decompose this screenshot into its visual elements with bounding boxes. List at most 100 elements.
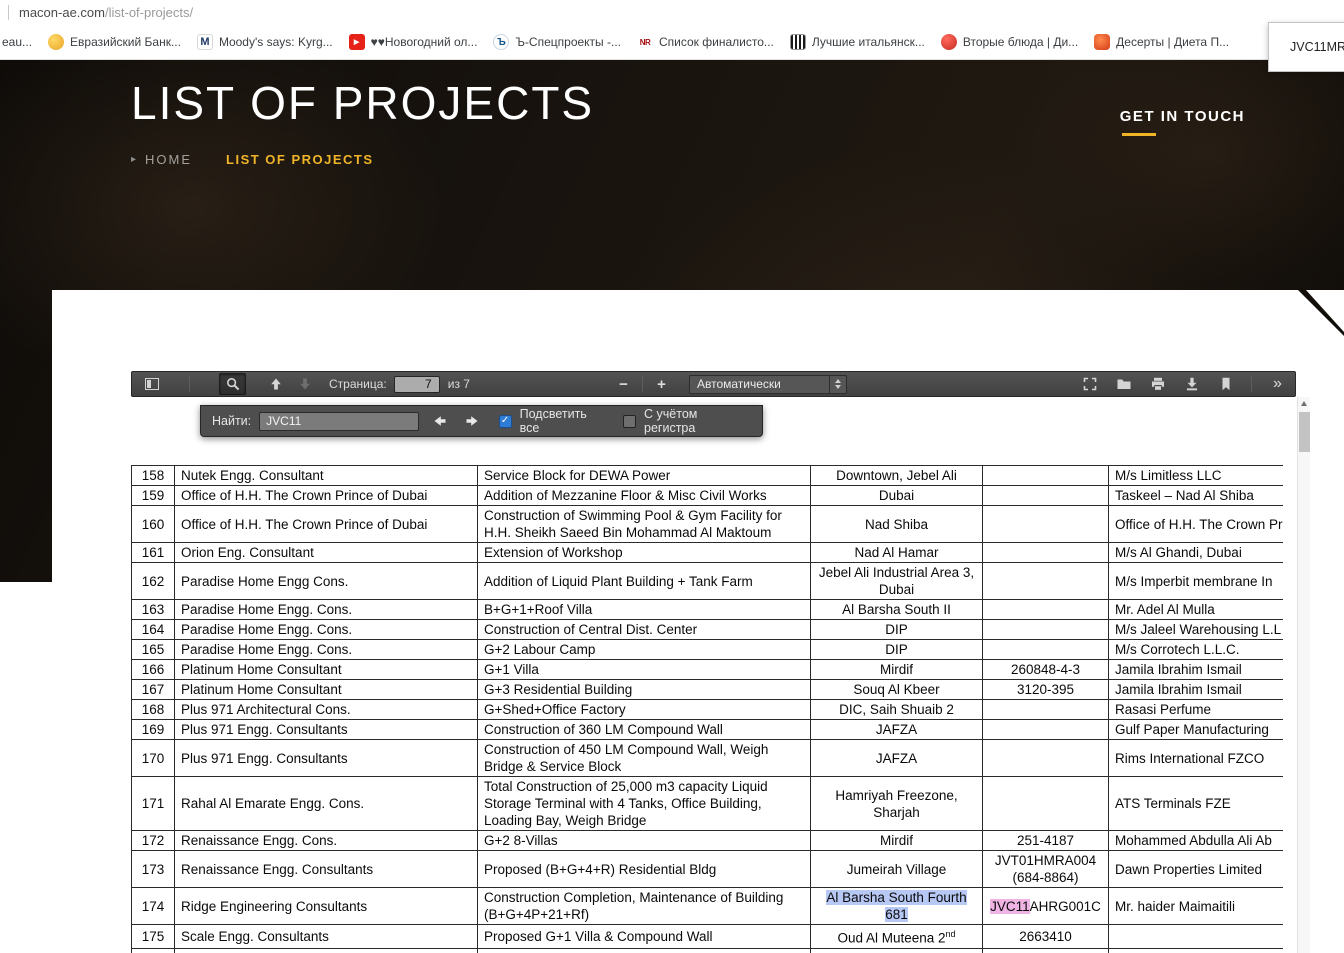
cell-text: nd (946, 929, 956, 939)
cell-text: Rasasi Perfume (1115, 702, 1211, 717)
bookmark-item[interactable]: ▶♥♥Новогодний ол... (349, 34, 478, 50)
coin-favicon-icon (48, 34, 64, 50)
table-cell: 171 (132, 777, 175, 831)
table-cell: G+3 Residential Building (478, 680, 811, 700)
table-cell: DIP (811, 640, 983, 660)
breadcrumb-home-link[interactable]: HOME (145, 152, 192, 167)
autocomplete-popup[interactable]: JVC11MR (1268, 22, 1344, 72)
find-input[interactable] (259, 412, 419, 431)
open-file-button[interactable] (1110, 373, 1137, 395)
bookmark-item[interactable]: Евразийский Банк... (48, 34, 181, 50)
find-next-button[interactable] (460, 411, 485, 431)
table-row: 170Plus 971 Engg. ConsultantsConstructio… (132, 740, 1284, 777)
cell-text: Jebel Ali Industrial Area 3, Dubai (819, 565, 974, 597)
table-cell: Office of H.H. The Crown Prince of Dubai (175, 486, 478, 506)
search-icon (225, 376, 241, 392)
bookmark-label: Ъ-Спецпроекты -... (515, 35, 621, 49)
browser-url-bar[interactable]: macon-ae.com/list-of-projects/ (0, 0, 1344, 25)
cell-text: Nutek Engg. Consultant (181, 468, 324, 483)
bookmark-item[interactable]: Десерты | Диета П... (1094, 34, 1229, 50)
table-row: 161Orion Eng. ConsultantExtension of Wor… (132, 543, 1284, 563)
cell-text: Mirdif (880, 662, 913, 677)
cell-text: 162 (142, 574, 165, 589)
bookmark-item[interactable]: ЪЪ-Спецпроекты -... (493, 34, 621, 50)
table-cell: 260848-4-3 (983, 660, 1109, 680)
autocomplete-suggestion[interactable]: JVC11MR (1290, 40, 1344, 54)
table-cell: 251-4187 (983, 831, 1109, 851)
table-cell: 164 (132, 620, 175, 640)
table-cell (983, 466, 1109, 486)
cell-text: Mohammed Abdulla Ali Ab (1115, 833, 1272, 848)
page-up-icon (268, 376, 284, 392)
table-cell: G+1 Villa (478, 660, 811, 680)
sidebar-toggle-button[interactable] (138, 373, 165, 395)
table-cell: Renaissance Engg. Consultants (175, 851, 478, 888)
scrollbar-thumb[interactable] (1299, 412, 1310, 452)
cell-text: JAFZA (876, 751, 917, 766)
cell-text: Office of H.H. The Crown Prince of Dubai (181, 488, 427, 503)
current-view-button[interactable] (1212, 373, 1239, 395)
pdf-scrollbar[interactable] (1297, 397, 1310, 953)
zoom-level-select[interactable]: Автоматически (689, 375, 847, 394)
zoom-in-button[interactable]: + (648, 373, 675, 395)
presentation-mode-button[interactable] (1076, 373, 1103, 395)
cell-text: 166 (142, 662, 165, 677)
cell-text: 159 (142, 488, 165, 503)
cell-text: Downtown, Jebel Ali (836, 468, 957, 483)
cell-text: 160 (142, 517, 165, 532)
table-cell: 176 (132, 948, 175, 953)
table-cell (983, 506, 1109, 543)
zoom-out-button[interactable]: − (610, 373, 637, 395)
more-tools-button[interactable]: » (1264, 373, 1291, 395)
page-number-input[interactable] (394, 376, 440, 393)
scrollbar-up-button[interactable] (1298, 397, 1310, 410)
select-spinner-icon (829, 376, 846, 393)
cell-text: 171 (142, 796, 165, 811)
find-previous-button[interactable] (427, 411, 452, 431)
table-cell: Construction of Swimming Pool & Gym Faci… (478, 506, 811, 543)
match-case-checkbox[interactable]: ✓ (623, 415, 636, 428)
table-row: 175Scale Engg. ConsultantsProposed G+1 V… (132, 925, 1284, 949)
table-cell (983, 620, 1109, 640)
cell-text: Construction of Swimming Pool & Gym Faci… (484, 508, 782, 540)
previous-page-button[interactable] (262, 373, 289, 395)
cell-text: Gulf Paper Manufacturing (1115, 722, 1269, 737)
table-cell: Extension of Workshop (478, 543, 811, 563)
cell-text: M/s Limitless LLC (1115, 468, 1222, 483)
bookmark-item[interactable]: eau... (2, 35, 32, 49)
cell-text: 172 (142, 833, 165, 848)
match-case-label: С учётом регистра (644, 407, 751, 435)
cell-text: ATS Terminals FZE (1115, 796, 1231, 811)
cell-text: 167 (142, 682, 165, 697)
cell-text: Scale Engg. Consultants (181, 929, 329, 944)
next-page-button[interactable] (291, 373, 318, 395)
cell-text: DIP (885, 622, 908, 637)
table-cell: Plus 971 Engg. Consultants (175, 720, 478, 740)
download-button[interactable] (1178, 373, 1205, 395)
table-row: 172Renaissance Engg. Cons.G+2 8-VillasMi… (132, 831, 1284, 851)
cell-text: Paradise Home Engg Cons. (181, 574, 348, 589)
bookmark-item[interactable]: Лучшие итальянск... (790, 34, 925, 50)
projects-table-body: 158Nutek Engg. ConsultantService Block f… (132, 466, 1284, 953)
get-in-touch-link[interactable]: GET IN TOUCH (1120, 108, 1245, 136)
bookmark-item[interactable]: MMoody's says: Kyrg... (197, 34, 333, 50)
cell-text: G+2 Labour Camp (484, 642, 595, 657)
table-cell (983, 640, 1109, 660)
find-toggle-button[interactable] (219, 373, 246, 395)
bookmarks-bar: eau... Евразийский Банк... MMoody's says: … (0, 25, 1344, 60)
table-row: 159 Office of H.H. The Crown Prince of Du… (132, 486, 1284, 506)
print-button[interactable] (1144, 373, 1171, 395)
table-cell: Jebel Ali Industrial Area 3, Dubai (811, 563, 983, 600)
table-cell (983, 543, 1109, 563)
bookmark-item[interactable]: Вторые блюда | Ди... (941, 34, 1078, 50)
table-cell: Mirdif (811, 831, 983, 851)
bookmark-item[interactable]: NRСписок финалисто... (637, 34, 774, 50)
highlight-all-checkbox[interactable]: ✓ (499, 415, 512, 428)
table-cell: Construction of Central Dist. Center (478, 620, 811, 640)
cell-text: Platinum Home Consultant (181, 682, 342, 697)
bookmark-label: eau... (2, 35, 32, 49)
table-cell: Mr. Adel Al Mulla (1109, 600, 1284, 620)
cell-text: Mr. haider Maimaitili (1115, 899, 1235, 914)
table-cell: Plus 971 Architectural Cons. (175, 700, 478, 720)
table-cell: DIP (811, 620, 983, 640)
